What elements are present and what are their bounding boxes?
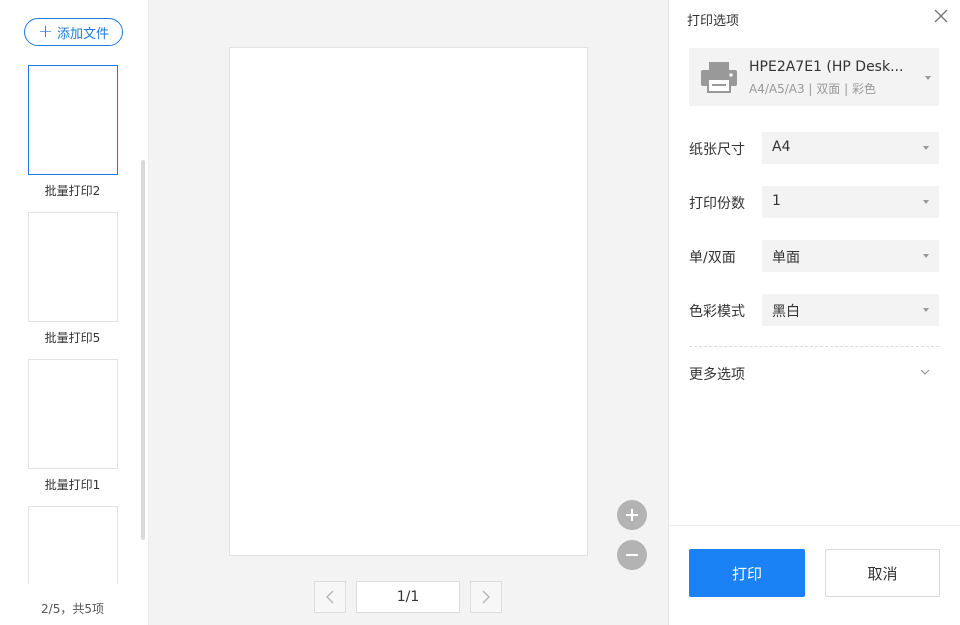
print-preview: 1/1	[149, 0, 668, 625]
prev-page-button[interactable]	[314, 581, 346, 613]
caret-down-icon	[923, 200, 929, 204]
close-button[interactable]	[931, 6, 951, 26]
option-value: 单面	[772, 250, 800, 266]
option-label: 单/双面	[689, 250, 736, 266]
zoom-out-icon	[626, 554, 638, 556]
thumbnail-label: 批量打印5	[44, 331, 101, 345]
more-options-toggle[interactable]: 更多选项	[689, 362, 939, 384]
option-value: 1	[772, 193, 781, 209]
option-label: 色彩模式	[689, 304, 745, 320]
option-duplex: 单/双面 单面	[689, 240, 941, 272]
print-options-panel: 打印选项 HPE2A7E1 (HP Desk... A4/A5/A3 | 双面 …	[668, 0, 960, 625]
print-button[interactable]: 打印	[689, 549, 805, 597]
option-color-mode: 色彩模式 黑白	[689, 294, 941, 326]
printer-icon	[701, 62, 737, 93]
option-label: 打印份数	[689, 196, 745, 212]
caret-down-icon	[923, 308, 929, 312]
duplex-select[interactable]: 单面	[762, 240, 939, 272]
more-options-label: 更多选项	[689, 367, 745, 383]
option-label: 纸张尺寸	[689, 142, 745, 158]
page-navigator: 1/1	[149, 581, 668, 613]
zoom-out-button[interactable]	[617, 540, 647, 570]
printer-name: HPE2A7E1 (HP Desk...	[749, 59, 904, 75]
file-thumbnail[interactable]	[28, 506, 118, 584]
options-divider	[689, 346, 939, 347]
chevron-left-icon	[326, 590, 334, 604]
chevron-right-icon	[482, 590, 490, 604]
zoom-in-button[interactable]	[617, 500, 647, 530]
footer-divider	[669, 525, 960, 526]
add-file-button[interactable]: + 添加文件	[24, 18, 123, 46]
paper-size-select[interactable]: A4	[762, 132, 939, 164]
copies-select[interactable]: 1	[762, 186, 939, 218]
cancel-button[interactable]: 取消	[825, 549, 940, 597]
panel-title: 打印选项	[687, 14, 740, 29]
zoom-in-icon	[626, 509, 638, 521]
file-thumbnail-selected[interactable]	[28, 65, 118, 175]
add-file-label: 添加文件	[57, 26, 110, 42]
close-icon	[934, 9, 948, 23]
plus-icon: +	[37, 21, 54, 42]
file-count: 2/5，共5项	[41, 602, 104, 616]
next-page-button[interactable]	[470, 581, 502, 613]
option-value: A4	[772, 139, 791, 155]
option-paper-size: 纸张尺寸 A4	[689, 132, 941, 164]
thumbnail-label: 批量打印1	[44, 478, 101, 492]
caret-down-icon	[923, 146, 929, 150]
printer-details: A4/A5/A3 | 双面 | 彩色	[749, 82, 876, 96]
option-value: 黑白	[772, 304, 800, 320]
thumbnail-scrollbar[interactable]	[141, 160, 145, 540]
thumbnail-label: 批量打印2	[44, 184, 101, 198]
color-mode-select[interactable]: 黑白	[762, 294, 939, 326]
file-thumbnail[interactable]	[28, 359, 118, 469]
printer-selector[interactable]: HPE2A7E1 (HP Desk... A4/A5/A3 | 双面 | 彩色	[689, 48, 939, 106]
chevron-down-icon	[920, 369, 930, 375]
file-thumbnail[interactable]	[28, 212, 118, 322]
preview-page	[229, 47, 588, 556]
option-copies: 打印份数 1	[689, 186, 941, 218]
caret-down-icon	[925, 76, 931, 80]
caret-down-icon	[923, 254, 929, 258]
file-sidebar: + 添加文件 批量打印2 批量打印5 批量打印1 2/5，共5项	[0, 0, 149, 625]
thumbnail-list[interactable]: 批量打印2 批量打印5 批量打印1	[0, 64, 145, 584]
page-indicator[interactable]: 1/1	[356, 581, 460, 613]
